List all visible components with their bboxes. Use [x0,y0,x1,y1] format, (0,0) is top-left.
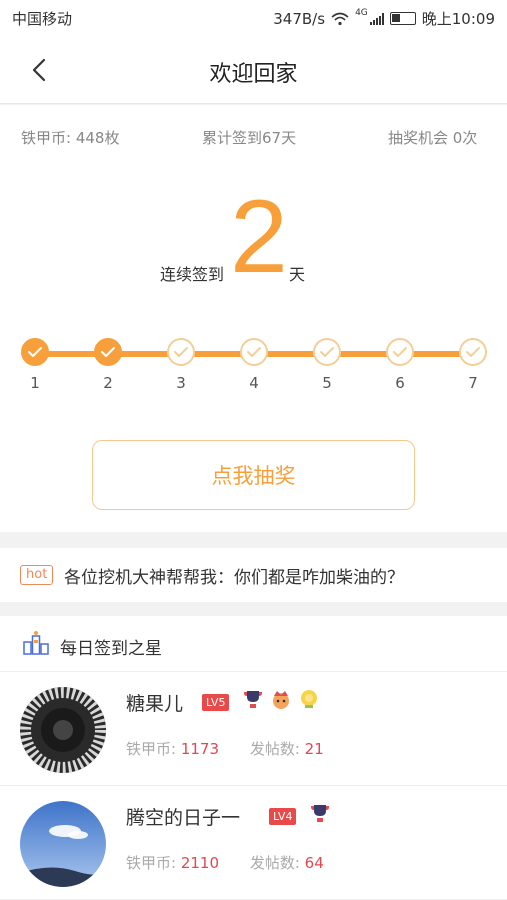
trophy-medal-icon [244,691,262,708]
checkin-day: 5 [312,338,342,392]
day-number: 5 [322,374,332,392]
hot-topic-banner[interactable]: hot 各位挖机大神帮帮我：你们都是咋加柴油的？ [0,548,507,602]
day-number: 1 [30,374,40,392]
checkin-day: 1 [20,338,50,392]
podium-icon [23,631,49,655]
checkin-day: 6 [385,338,415,392]
day-number: 3 [176,374,186,392]
checked-day-icon [94,338,122,366]
total-checkin-stat: 累计签到67天 [202,129,297,147]
stars-title: 每日签到之星 [60,639,162,659]
page-title: 欢迎回家 [209,62,298,87]
crown-medal-icon [273,691,289,709]
level-badge: LV5 [202,694,230,711]
posts-value: 21 [304,740,324,758]
level-badge: LV4 [269,808,297,825]
unchecked-day-icon [386,338,414,366]
battery-icon [389,12,416,25]
hot-tag: hot [20,565,54,585]
streak-suffix: 天 [289,265,306,284]
carrier-label: 中国移动 [12,10,73,28]
status-icons: 347B/s 4G 晚上10:09 [273,8,495,29]
checkin-day: 7 [458,338,488,392]
unchecked-day-icon [313,338,341,366]
clock: 晚上10:09 [421,10,495,28]
day-number: 4 [249,374,259,392]
daily-checkin-stars: 每日签到之星 糖果儿 LV5 铁甲币: 1173 发帖数: 21 腾空的日子一 … [0,616,507,900]
star-user-row[interactable]: 腾空的日子一 LV4 铁甲币: 2110 发帖数: 64 [0,787,507,900]
unchecked-day-icon [167,338,195,366]
posts-label: 发帖数: [249,740,300,758]
nav-bar: 欢迎回家 [0,36,507,104]
checked-day-icon [21,338,49,366]
checkin-summary-card: 铁甲币: 448枚 累计签到67天 抽奖机会 0次 连续签到 2 天 1 2 3 4 5… [0,105,507,532]
stars-header: 每日签到之星 [0,616,507,672]
coin-label: 铁甲币: [126,854,177,872]
unchecked-day-icon [459,338,487,366]
avatar[interactable] [20,687,106,773]
user-name[interactable]: 糖果儿 [126,689,183,716]
checkin-days-track: 1 2 3 4 5 6 7 [0,330,507,392]
medal-list [242,688,320,710]
avatar[interactable] [20,801,106,887]
day-number: 2 [103,374,113,392]
network-speed: 347B/s [273,9,326,28]
streak-prefix: 连续签到 [160,265,225,284]
user-stats: 铁甲币: 1173 发帖数: 21 [126,738,350,759]
coin-value: 2110 [180,854,220,872]
posts-label: 发帖数: [249,854,300,872]
coin-value: 1173 [180,740,220,758]
star-user-row[interactable]: 糖果儿 LV5 铁甲币: 1173 发帖数: 21 [0,673,507,786]
signal-icon [369,12,384,25]
unchecked-day-icon [240,338,268,366]
wifi-icon [331,12,349,25]
hot-topic-text[interactable]: 各位挖机大神帮帮我：你们都是咋加柴油的？ [64,563,404,588]
coin-label: 铁甲币: [126,740,177,758]
day-number: 7 [468,374,478,392]
coins-stat: 铁甲币: 448枚 [21,129,120,147]
stats-row: 铁甲币: 448枚 累计签到67天 抽奖机会 0次 [0,127,507,151]
user-name[interactable]: 腾空的日子一 [126,803,240,830]
user-stats: 铁甲币: 2110 发帖数: 64 [126,852,350,873]
lottery-button[interactable]: 点我抽奖 [92,440,415,510]
trophy-medal-icon [311,805,329,822]
status-bar: 中国移动 347B/s 4G 晚上10:09 [0,0,507,36]
medal-list [309,802,331,824]
streak-count: 2 [230,179,288,295]
network-type-label: 4G [355,8,368,18]
posts-value: 64 [304,854,324,872]
checkin-day: 3 [166,338,196,392]
gold-medal-icon [301,690,317,708]
checkin-day: 2 [93,338,123,392]
day-number: 6 [395,374,405,392]
lottery-chances-stat: 抽奖机会 0次 [388,129,478,147]
checkin-day: 4 [239,338,269,392]
